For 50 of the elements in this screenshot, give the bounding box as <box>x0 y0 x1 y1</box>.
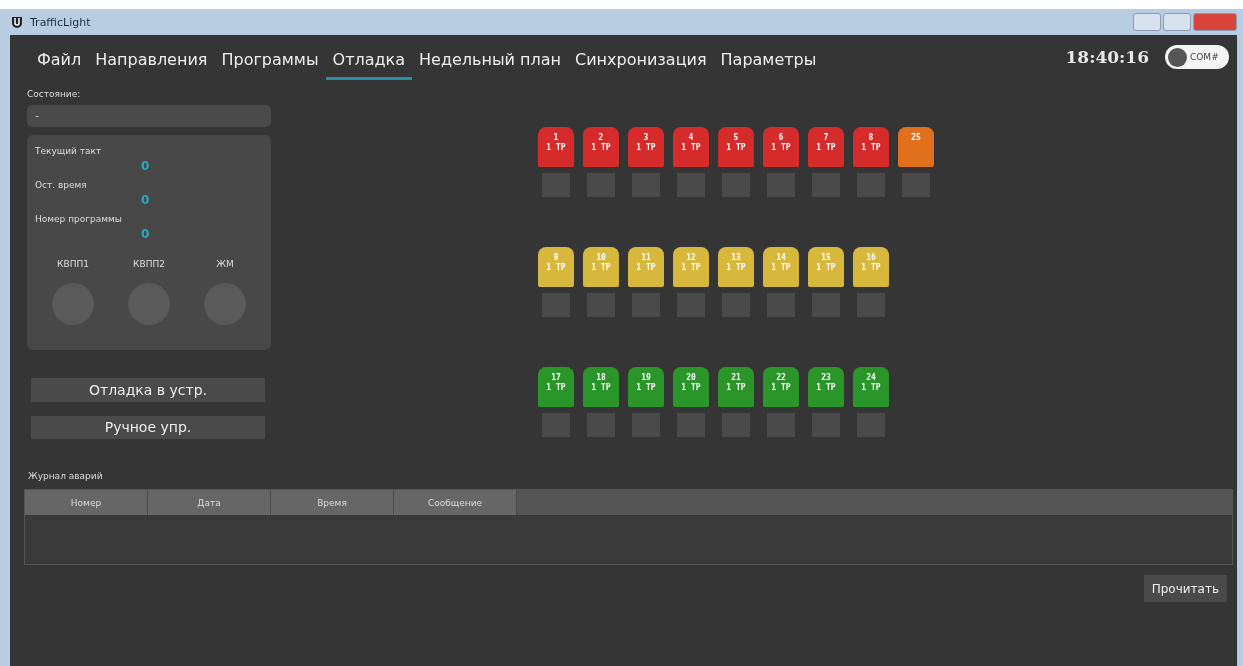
column-header[interactable]: Время <box>271 490 394 515</box>
menu-tab[interactable]: Параметры <box>713 40 824 80</box>
column-header[interactable]: Дата <box>148 490 271 515</box>
signal-tile[interactable]: 20 1 ТР <box>673 367 709 407</box>
action-button[interactable]: Ручное упр. <box>31 415 265 439</box>
signal-tile[interactable]: 17 1 ТР <box>538 367 574 407</box>
menu-tab[interactable]: Направления <box>88 40 215 80</box>
signal-tile[interactable]: 2 1 ТР <box>583 127 619 167</box>
menu-tab[interactable]: Недельный план <box>412 40 569 80</box>
clock-time: 18:40:16 <box>1065 47 1149 67</box>
status-value: 0 <box>141 158 150 175</box>
signal-tile[interactable]: 3 1 ТР <box>628 127 664 167</box>
state-label: Состояние: <box>27 89 82 101</box>
column-header[interactable]: Номер <box>25 490 148 515</box>
menu-tab[interactable]: Программы <box>214 40 326 80</box>
status-label: Текущий такт <box>35 144 103 158</box>
status-label: Номер программы <box>35 212 123 226</box>
status-value: 0 <box>141 226 150 243</box>
minimize-button[interactable] <box>1133 13 1161 31</box>
window-title: TrafficLight <box>30 15 91 29</box>
status-label: Ост. время <box>35 178 88 192</box>
maximize-button[interactable] <box>1163 13 1191 31</box>
state-field: - <box>27 105 271 127</box>
signal-tile[interactable]: 6 1 ТР <box>763 127 799 167</box>
signal-tile[interactable]: 22 1 ТР <box>763 367 799 407</box>
signal-tile[interactable]: 8 1 ТР <box>853 127 889 167</box>
menu-tab[interactable]: Синхронизация <box>568 40 714 80</box>
port-toggle[interactable]: COM# <box>1165 45 1229 69</box>
column-header[interactable]: Сообщение <box>394 490 517 515</box>
app-icon <box>10 15 24 29</box>
journal-label: Журнал аварий <box>28 471 104 483</box>
indicator-label: КВПП1 <box>57 258 89 269</box>
menu-tab[interactable]: Отладка <box>325 40 413 80</box>
indicator-label: ЖМ <box>216 258 234 269</box>
signal-tile[interactable]: 23 1 ТР <box>808 367 844 407</box>
menu-tab[interactable]: Файл <box>30 40 89 80</box>
signal-tile[interactable]: 21 1 ТР <box>718 367 754 407</box>
signal-tile[interactable]: 24 1 ТР <box>853 367 889 407</box>
read-button[interactable]: Прочитать <box>1143 575 1227 602</box>
close-button[interactable] <box>1193 13 1237 31</box>
signal-tile[interactable]: 5 1 ТР <box>718 127 754 167</box>
signal-tile[interactable]: 7 1 ТР <box>808 127 844 167</box>
action-button[interactable]: Отладка в устр. <box>31 378 265 402</box>
indicator-label: КВПП2 <box>133 258 165 269</box>
status-value: 0 <box>141 192 150 209</box>
signal-tile[interactable]: 1 1 ТР <box>538 127 574 167</box>
signal-tile[interactable]: 25 <box>898 127 934 167</box>
signal-tile[interactable]: 19 1 ТР <box>628 367 664 407</box>
signal-tile[interactable]: 4 1 ТР <box>673 127 709 167</box>
signal-tile[interactable]: 18 1 ТР <box>583 367 619 407</box>
